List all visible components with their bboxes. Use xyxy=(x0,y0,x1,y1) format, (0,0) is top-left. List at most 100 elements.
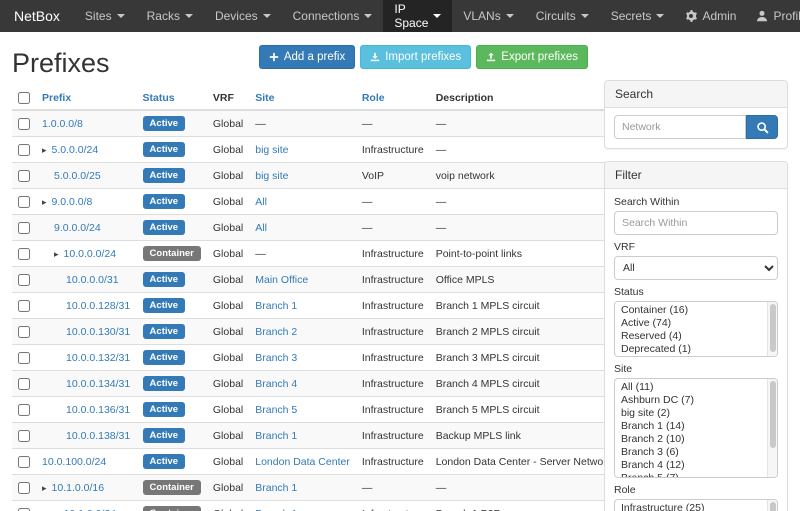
prefix-link[interactable]: 10.0.0.138/31 xyxy=(66,430,130,442)
filter-option[interactable]: All (11) xyxy=(615,381,767,394)
export-prefixes-button[interactable]: Export prefixes xyxy=(476,45,588,69)
prefix-link[interactable]: 10.0.0.136/31 xyxy=(66,404,130,416)
site-link[interactable]: All xyxy=(255,222,267,234)
row-checkbox[interactable] xyxy=(18,430,30,442)
role-filter-listbox[interactable]: Infrastructure (25)Management (8)Private… xyxy=(614,499,778,511)
nav-item-secrets[interactable]: Secrets xyxy=(600,0,676,32)
filter-option[interactable]: Branch 5 (7) xyxy=(615,472,767,477)
nav-item-vlans[interactable]: VLANs xyxy=(452,0,524,32)
nav-admin[interactable]: Admin xyxy=(675,0,746,32)
prefix-link[interactable]: 10.0.0.132/31 xyxy=(66,352,130,364)
site-link[interactable]: big site xyxy=(255,170,288,182)
prefix-link[interactable]: 10.1.0.0/16 xyxy=(52,482,105,494)
listbox-options: All (11)Ashburn DC (7)big site (2)Branch… xyxy=(615,379,767,477)
app-logo[interactable]: NetBox xyxy=(0,0,74,32)
row-checkbox[interactable] xyxy=(18,196,30,208)
status-filter-listbox[interactable]: Container (16)Active (74)Reserved (4)Dep… xyxy=(614,301,778,357)
site-link[interactable]: big site xyxy=(255,144,288,156)
nav-item-circuits[interactable]: Circuits xyxy=(525,0,600,32)
filter-option[interactable]: Reserved (4) xyxy=(615,330,767,343)
site-link[interactable]: All xyxy=(255,196,267,208)
prefix-link[interactable]: 10.0.100.0/24 xyxy=(42,456,106,468)
row-checkbox[interactable] xyxy=(18,378,30,390)
scrollbar-thumb[interactable] xyxy=(770,304,776,352)
expand-caret-icon[interactable]: ▸ xyxy=(54,249,59,259)
vrf-select[interactable]: All xyxy=(614,256,778,280)
filter-option[interactable]: Branch 2 (10) xyxy=(615,433,767,446)
search-within-label: Search Within xyxy=(614,196,778,208)
scrollbar[interactable] xyxy=(767,302,777,356)
search-input[interactable] xyxy=(614,115,746,139)
prefix-link[interactable]: 10.0.0.128/31 xyxy=(66,300,130,312)
prefix-link[interactable]: 10.0.0.0/24 xyxy=(64,248,117,260)
column-header-site[interactable]: Site xyxy=(249,87,356,110)
role-label: Role xyxy=(614,484,778,496)
description-cell: Branch 1 MPLS circuit xyxy=(430,293,618,319)
site-link[interactable]: Branch 1 xyxy=(255,300,297,312)
nav-item-connections[interactable]: Connections xyxy=(282,0,384,32)
row-checkbox[interactable] xyxy=(18,352,30,364)
scrollbar-thumb[interactable] xyxy=(770,502,776,511)
row-checkbox[interactable] xyxy=(18,118,30,130)
description-cell: — xyxy=(430,137,618,163)
row-checkbox[interactable] xyxy=(18,456,30,468)
filter-option[interactable]: Deprecated (1) xyxy=(615,343,767,356)
prefix-link[interactable]: 10.0.0.130/31 xyxy=(66,326,130,338)
filter-option[interactable]: Container (16) xyxy=(615,304,767,317)
vrf-cell: Global xyxy=(207,423,249,449)
site-link[interactable]: Main Office xyxy=(255,274,308,286)
filter-option[interactable]: Infrastructure (25) xyxy=(615,502,767,511)
prefix-link[interactable]: 10.0.0.134/31 xyxy=(66,378,130,390)
row-checkbox[interactable] xyxy=(18,274,30,286)
expand-caret-icon[interactable]: ▸ xyxy=(42,197,47,207)
role-cell: VoIP xyxy=(356,163,430,189)
row-checkbox[interactable] xyxy=(18,248,30,260)
column-header-prefix[interactable]: Prefix xyxy=(36,87,137,110)
prefix-link[interactable]: 5.0.0.0/24 xyxy=(52,144,99,156)
site-link[interactable]: London Data Center xyxy=(255,456,350,468)
add-a-prefix-button[interactable]: Add a prefix xyxy=(259,45,355,69)
site-link[interactable]: Branch 2 xyxy=(255,326,297,338)
row-checkbox[interactable] xyxy=(18,326,30,338)
row-checkbox[interactable] xyxy=(18,222,30,234)
expand-caret-icon[interactable]: ▸ xyxy=(42,483,47,493)
column-header-status[interactable]: Status xyxy=(137,87,207,110)
column-header-role[interactable]: Role xyxy=(356,87,430,110)
row-checkbox[interactable] xyxy=(18,300,30,312)
row-checkbox[interactable] xyxy=(18,482,30,494)
search-button[interactable] xyxy=(746,115,778,139)
prefix-link[interactable]: 9.0.0.0/8 xyxy=(52,196,93,208)
nav-profile[interactable]: Profile xyxy=(746,0,800,32)
expand-caret-icon[interactable]: ▸ xyxy=(42,145,47,155)
site-filter-listbox[interactable]: All (11)Ashburn DC (7)big site (2)Branch… xyxy=(614,378,778,478)
prefix-link[interactable]: 1.0.0.0/8 xyxy=(42,118,83,130)
scrollbar-thumb[interactable] xyxy=(770,381,776,448)
search-within-input[interactable] xyxy=(614,211,778,235)
site-link[interactable]: Branch 4 xyxy=(255,378,297,390)
filter-option[interactable]: Branch 4 (12) xyxy=(615,459,767,472)
site-link[interactable]: Branch 5 xyxy=(255,404,297,416)
filter-option[interactable]: Branch 3 (6) xyxy=(615,446,767,459)
status-badge: Active xyxy=(143,350,186,365)
site-link[interactable]: Branch 1 xyxy=(255,482,297,494)
row-checkbox[interactable] xyxy=(18,404,30,416)
filter-option[interactable]: big site (2) xyxy=(615,407,767,420)
prefix-link[interactable]: 9.0.0.0/24 xyxy=(54,222,101,234)
nav-item-devices[interactable]: Devices xyxy=(204,0,282,32)
site-link[interactable]: Branch 3 xyxy=(255,352,297,364)
scrollbar[interactable] xyxy=(767,379,777,477)
import-prefixes-button[interactable]: Import prefixes xyxy=(360,45,471,69)
nav-item-ip-space[interactable]: IP Space xyxy=(383,0,452,32)
filter-option[interactable]: Branch 1 (14) xyxy=(615,420,767,433)
nav-item-racks[interactable]: Racks xyxy=(136,0,204,32)
site-link[interactable]: Branch 1 xyxy=(255,430,297,442)
filter-option[interactable]: Active (74) xyxy=(615,317,767,330)
row-checkbox[interactable] xyxy=(18,170,30,182)
scrollbar[interactable] xyxy=(767,500,777,511)
prefix-link[interactable]: 5.0.0.0/25 xyxy=(54,170,101,182)
nav-item-sites[interactable]: Sites xyxy=(74,0,136,32)
filter-option[interactable]: Ashburn DC (7) xyxy=(615,394,767,407)
select-all-checkbox[interactable] xyxy=(18,92,30,104)
prefix-link[interactable]: 10.0.0.0/31 xyxy=(66,274,119,286)
row-checkbox[interactable] xyxy=(18,144,30,156)
